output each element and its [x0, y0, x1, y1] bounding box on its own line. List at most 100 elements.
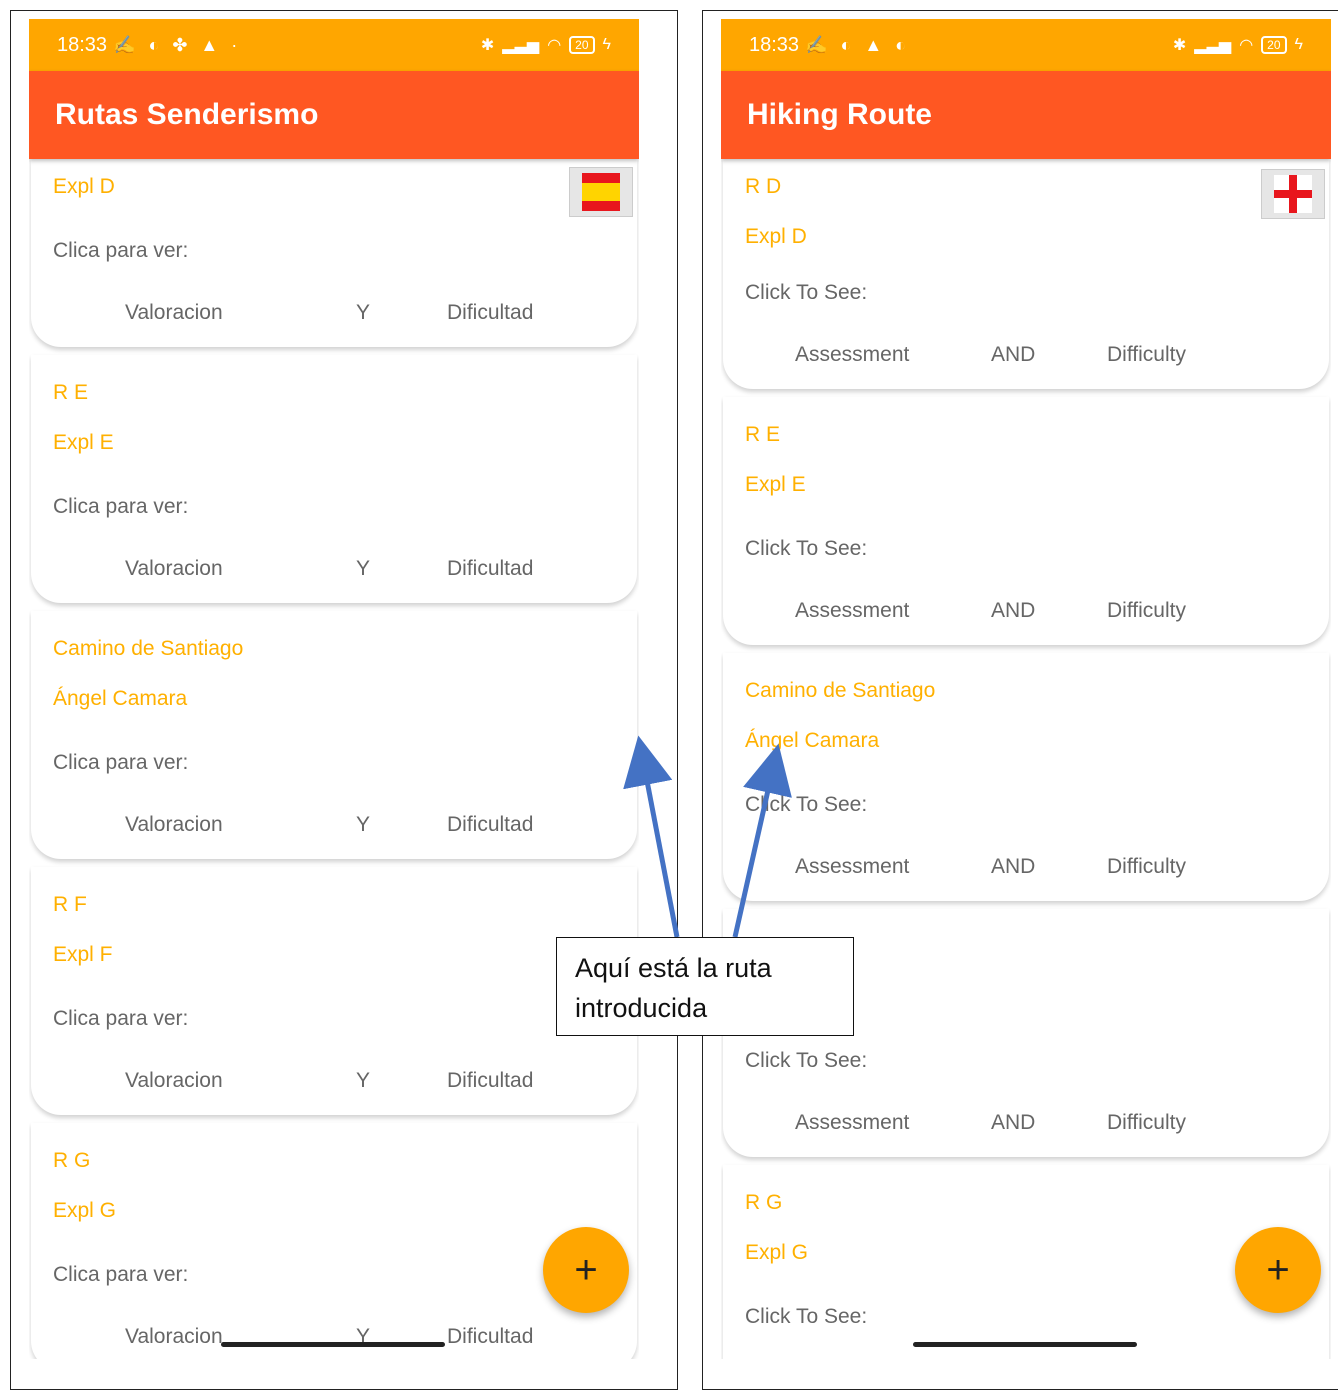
route-card[interactable]: Camino de Santiago Ángel Camara Click To S… — [723, 653, 1329, 901]
callout-line-2: introducida — [575, 993, 708, 1023]
language-toggle-button[interactable] — [1261, 169, 1325, 219]
difficulty-label[interactable]: Difficulty — [1107, 343, 1186, 367]
app-bar: Hiking Route — [721, 71, 1331, 159]
route-author: Expl D — [745, 225, 807, 248]
phone-screenshot-english: 18:33 ✍ ◐ ▲ ◐ ✱ ▂▃▅ ◠ 20 ϟ Hiking Route … — [702, 10, 1338, 1390]
status-bar: 18:33 ✍ ◐ ▲ ◐ ✱ ▂▃▅ ◠ 20 ϟ — [721, 19, 1331, 71]
difficulty-label[interactable]: Difficulty — [1107, 599, 1186, 623]
assessment-label[interactable]: Assessment — [795, 343, 909, 367]
route-author: Expl G — [745, 1241, 809, 1264]
bluetooth-icon: ✱ — [480, 37, 495, 54]
click-hint: Clica para ver: — [53, 239, 189, 262]
route-name: R G — [53, 1149, 91, 1172]
route-name: R G — [745, 1191, 783, 1214]
annotation-callout: Aquí está la ruta introducida — [556, 937, 854, 1036]
charging-icon: ϟ — [602, 36, 611, 53]
click-hint: Clica para ver: — [53, 751, 189, 774]
plus-icon: + — [1266, 1247, 1290, 1292]
and-label[interactable]: AND — [991, 855, 1035, 879]
wifi-icon: ◠ — [1239, 37, 1254, 54]
assessment-label[interactable]: Assessment — [795, 1111, 909, 1135]
route-name: R D — [745, 175, 782, 198]
and-label[interactable]: AND — [991, 1111, 1035, 1135]
route-author: Ángel Camara — [53, 687, 188, 710]
plus-icon: + — [574, 1247, 598, 1292]
add-route-button[interactable]: + — [1235, 1227, 1321, 1313]
assessment-label[interactable]: Valoracion — [125, 557, 223, 581]
signal-icon: ▂▃▅ — [1194, 37, 1232, 54]
language-toggle-button[interactable] — [569, 167, 633, 217]
home-indicator[interactable] — [913, 1342, 1137, 1347]
route-list[interactable]: Expl D Clica para ver: Valoracion Y Dificult… — [29, 159, 639, 1359]
and-label[interactable]: AND — [991, 343, 1035, 367]
click-hint: Click To See: — [745, 793, 868, 816]
and-label[interactable]: Y — [356, 301, 370, 325]
battery-icon: 20 — [1261, 36, 1287, 54]
route-name: R F — [53, 893, 87, 916]
page-title: Rutas Senderismo — [55, 98, 319, 131]
and-label[interactable]: AND — [991, 599, 1035, 623]
click-hint: Click To See: — [745, 537, 868, 560]
assessment-label[interactable]: Assessment — [795, 599, 909, 623]
click-hint: Clica para ver: — [53, 495, 189, 518]
callout-line-1: Aquí está la ruta — [575, 953, 772, 983]
wifi-icon: ◠ — [547, 37, 562, 54]
difficulty-label[interactable]: Dificultad — [447, 301, 533, 325]
and-label[interactable]: Y — [356, 813, 370, 837]
assessment-label[interactable]: Valoracion — [125, 1325, 223, 1349]
status-time: 18:33 — [749, 33, 800, 56]
click-hint: Click To See: — [745, 1305, 868, 1328]
route-name: R E — [53, 381, 89, 404]
status-time: 18:33 — [57, 33, 108, 56]
app-screen: 18:33 ✍ ◐ ▲ ◐ ✱ ▂▃▅ ◠ 20 ϟ Hiking Route … — [721, 19, 1331, 1359]
and-label[interactable]: Y — [356, 557, 370, 581]
difficulty-label[interactable]: Difficulty — [1107, 855, 1186, 879]
signal-icon: ▂▃▅ — [502, 37, 540, 54]
assessment-label[interactable]: Valoracion — [125, 1069, 223, 1093]
route-author: Expl F — [53, 943, 113, 966]
route-list[interactable]: R D Expl D Click To See: Assessment AND Diffi… — [721, 159, 1331, 1359]
notification-icons: ✍ ◐ ▲ ◐ — [805, 34, 911, 55]
route-author: Expl G — [53, 1199, 117, 1222]
route-card[interactable]: R F Expl F Clica para ver: Valoracion Y Dific… — [31, 867, 637, 1115]
route-author: Expl D — [53, 175, 115, 198]
difficulty-label[interactable]: Dificultad — [447, 1325, 533, 1349]
difficulty-label[interactable]: Dificultad — [447, 813, 533, 837]
battery-icon: 20 — [569, 36, 595, 54]
route-author: Ángel Camara — [745, 729, 880, 752]
route-card[interactable]: R G Expl G Clica para ver: Valoracion Y Dific… — [31, 1123, 637, 1359]
route-name: Camino de Santiago — [745, 679, 936, 702]
england-flag-icon — [1274, 175, 1312, 213]
notification-icons: ✍ ◐ ✤ ▲ · — [113, 34, 242, 55]
phone-screenshot-spanish: 18:33 ✍ ◐ ✤ ▲ · ✱ ▂▃▅ ◠ 20 ϟ Rutas Sende… — [10, 10, 678, 1390]
route-card[interactable]: R D Expl D Click To See: Assessment AND Diffi… — [723, 159, 1329, 389]
assessment-label[interactable]: Valoracion — [125, 813, 223, 837]
bluetooth-icon: ✱ — [1172, 37, 1187, 54]
home-indicator[interactable] — [221, 1342, 445, 1347]
difficulty-label[interactable]: Difficulty — [1107, 1111, 1186, 1135]
click-hint: Clica para ver: — [53, 1007, 189, 1030]
route-card[interactable]: R E Expl E Click To See: Assessment AND Diffi… — [723, 397, 1329, 645]
add-route-button[interactable]: + — [543, 1227, 629, 1313]
system-icons: ✱ ▂▃▅ ◠ 20 ϟ — [1173, 35, 1303, 55]
click-hint: Clica para ver: — [53, 1263, 189, 1286]
and-label[interactable]: Y — [356, 1069, 370, 1093]
route-card[interactable]: Expl D Clica para ver: Valoracion Y Dificult… — [31, 159, 637, 347]
status-bar: 18:33 ✍ ◐ ✤ ▲ · ✱ ▂▃▅ ◠ 20 ϟ — [29, 19, 639, 71]
assessment-label[interactable]: Valoracion — [125, 301, 223, 325]
charging-icon: ϟ — [1294, 36, 1303, 53]
click-hint: Click To See: — [745, 1049, 868, 1072]
click-hint: Click To See: — [745, 281, 868, 304]
system-icons: ✱ ▂▃▅ ◠ 20 ϟ — [481, 35, 611, 55]
route-name: R E — [745, 423, 781, 446]
difficulty-label[interactable]: Dificultad — [447, 1069, 533, 1093]
route-card[interactable]: R E Expl E Clica para ver: Valoracion Y Dific… — [31, 355, 637, 603]
app-screen: 18:33 ✍ ◐ ✤ ▲ · ✱ ▂▃▅ ◠ 20 ϟ Rutas Sende… — [29, 19, 639, 1359]
assessment-label[interactable]: Assessment — [795, 855, 909, 879]
route-name: Camino de Santiago — [53, 637, 244, 660]
route-card[interactable]: Camino de Santiago Ángel Camara Clica para… — [31, 611, 637, 859]
spain-flag-icon — [582, 173, 620, 211]
difficulty-label[interactable]: Dificultad — [447, 557, 533, 581]
route-author: Expl E — [53, 431, 114, 454]
route-author: Expl E — [745, 473, 806, 496]
